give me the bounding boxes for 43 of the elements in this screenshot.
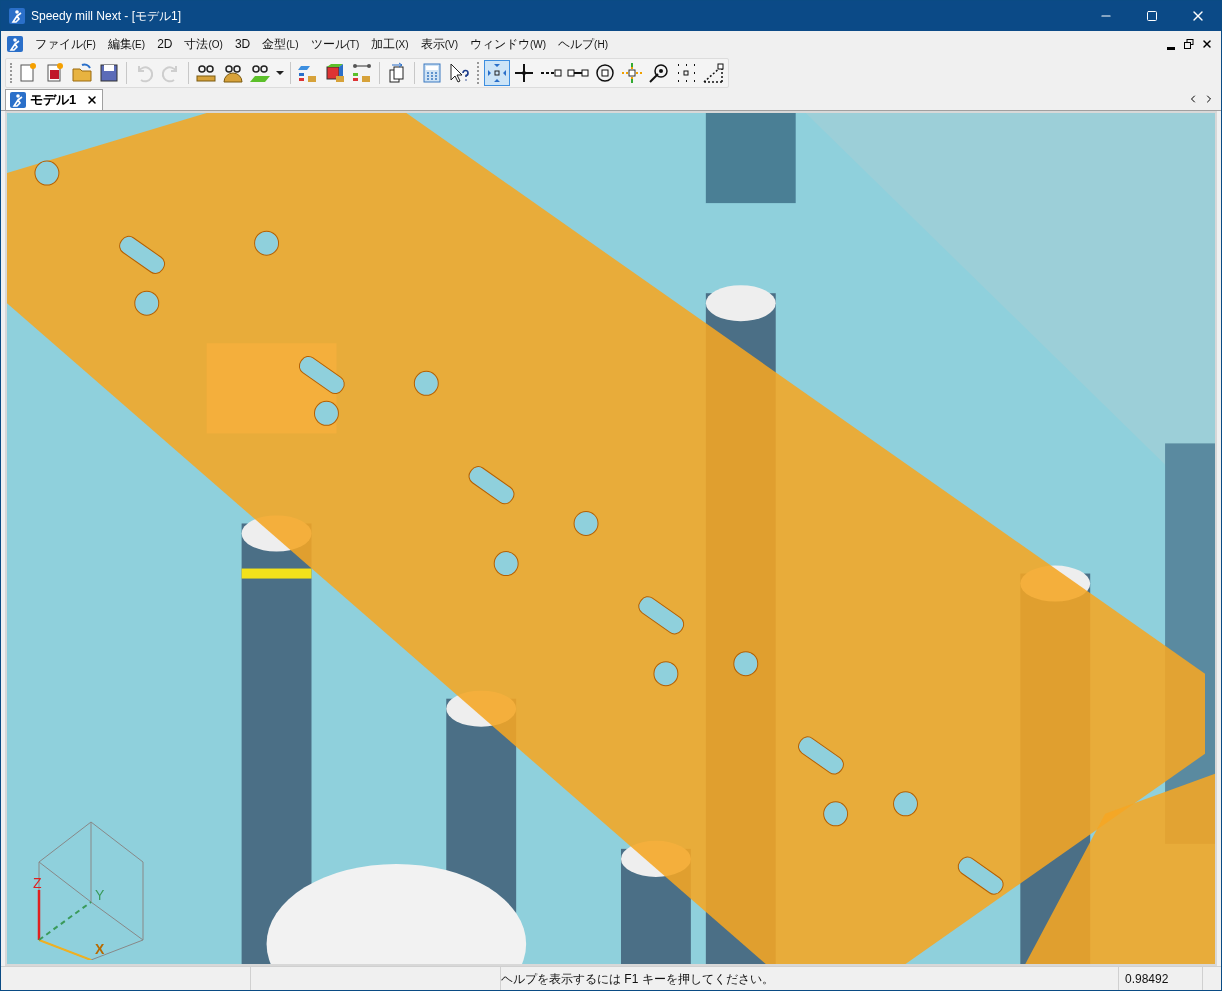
dotted-cross-button[interactable] (619, 60, 645, 86)
calculator-icon (421, 62, 443, 84)
menu-item[interactable]: ツール(T) (304, 35, 366, 53)
menu-item[interactable]: 寸法(O) (178, 35, 229, 53)
app-logo-icon (10, 92, 26, 108)
maximize-icon (1146, 10, 1158, 22)
circle-tangent-icon (648, 62, 670, 84)
app-logo-icon (9, 8, 25, 24)
caret-icon (276, 71, 284, 75)
save-icon (98, 62, 120, 84)
help-pointer-icon (448, 62, 470, 84)
new-model-icon (44, 62, 66, 84)
glasses-ruler-icon (195, 62, 217, 84)
menu-item[interactable]: 編集(E) (101, 35, 152, 53)
menu-item[interactable]: ファイル(F) (29, 35, 102, 53)
glasses-protractor-icon (222, 62, 244, 84)
menu-item[interactable]: 表示(V) (414, 35, 464, 53)
dotted-cross-icon (621, 62, 643, 84)
menu-item[interactable]: ウィンドウ(W) (463, 35, 553, 53)
tab-label: モデル1 (30, 91, 77, 110)
menu-item[interactable]: 加工(X) (365, 35, 415, 53)
menu-item[interactable]: 金型(L) (256, 35, 305, 53)
child-restore-button[interactable] (1183, 38, 1195, 50)
menu-item[interactable]: ヘルプ(H) (552, 35, 614, 53)
status-message: ヘルプを表示するには F1 キーを押してください。 (501, 970, 774, 988)
glasses-plane-icon (249, 62, 271, 84)
app-logo-icon (7, 36, 23, 52)
fit-view-button[interactable] (484, 60, 510, 86)
folder-icon (71, 62, 93, 84)
child-close-button[interactable] (1201, 38, 1213, 50)
new-file-icon (17, 62, 39, 84)
menu-item[interactable]: 3D (228, 35, 257, 53)
crosshair-icon (513, 62, 535, 84)
fit-view-icon (486, 62, 508, 84)
document-tab[interactable]: モデル1 (5, 89, 104, 110)
window-title: Speedy mill Next - [モデル1] (31, 8, 182, 25)
circle-center-icon (594, 62, 616, 84)
status-value: 0.98492 (1125, 970, 1169, 988)
dot-grid-icon (675, 62, 697, 84)
menu-item[interactable]: 2D (151, 35, 179, 53)
tab-close-button[interactable] (86, 94, 99, 106)
axis-gizmo-drawing: Z Y X (33, 820, 151, 960)
dotted-stairs-icon (702, 62, 724, 84)
